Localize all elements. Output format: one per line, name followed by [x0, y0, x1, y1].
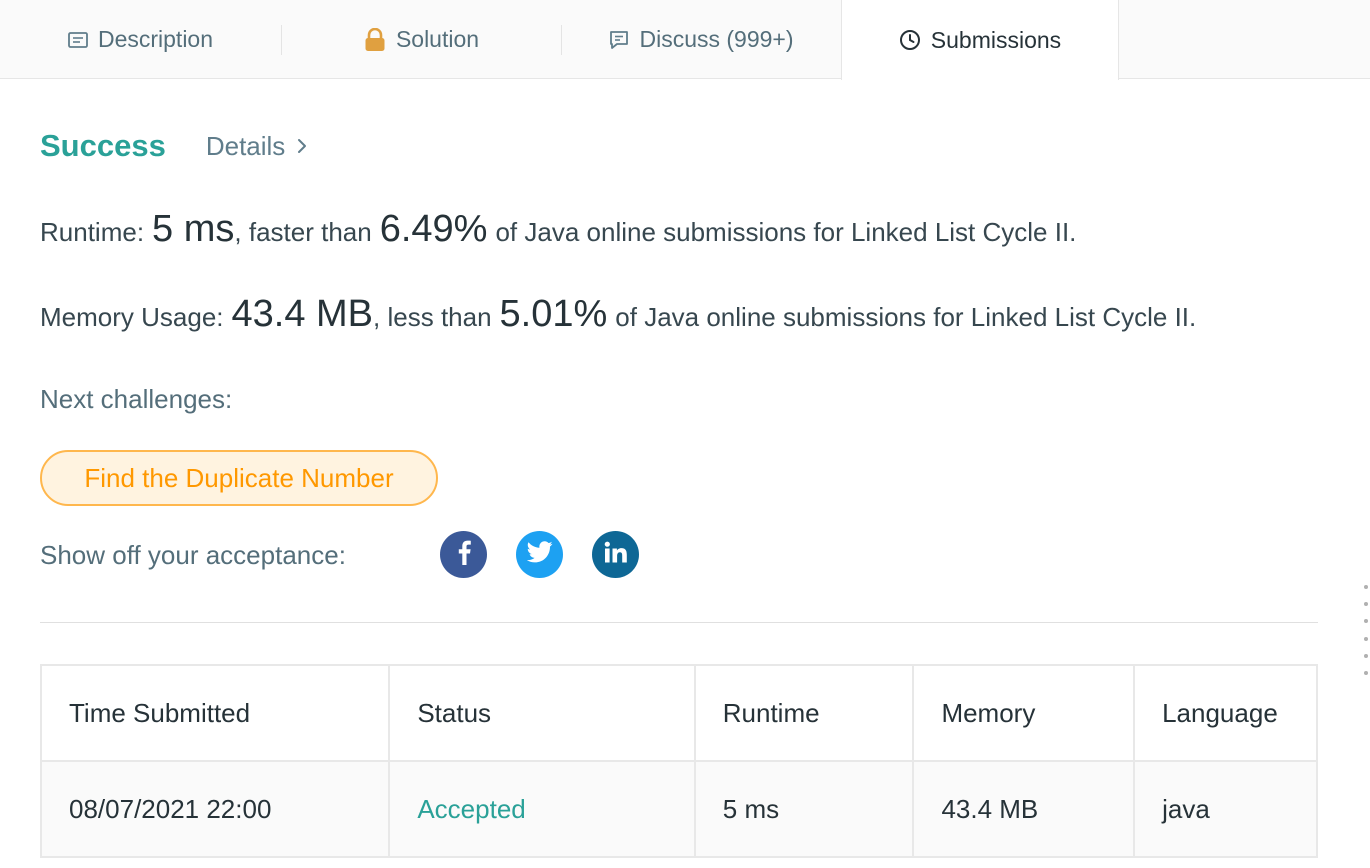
section-divider: [40, 622, 1318, 623]
twitter-share-button[interactable]: [516, 531, 563, 578]
next-challenges-label: Next challenges:: [40, 384, 233, 414]
memory-value: 43.4 MB: [231, 293, 374, 335]
runtime-percent: 6.49%: [379, 208, 488, 250]
twitter-icon: [526, 541, 553, 568]
result-header: Success Details: [40, 124, 307, 168]
tab-submissions[interactable]: Submissions: [841, 0, 1119, 80]
column-header-memory: Memory: [912, 664, 1136, 762]
share-label: Show off your acceptance:: [40, 540, 346, 570]
linkedin-icon: [604, 541, 628, 568]
cell-language: java: [1133, 760, 1318, 858]
memory-percent: 5.01%: [499, 293, 608, 335]
linkedin-share-button[interactable]: [592, 531, 639, 578]
result-status: Success: [40, 128, 166, 163]
memory-label: Memory Usage:: [40, 302, 224, 332]
cell-memory: 43.4 MB: [912, 760, 1136, 858]
resize-handle[interactable]: [1364, 585, 1370, 675]
column-header-time: Time Submitted: [39, 664, 391, 762]
tab-description[interactable]: Description: [0, 0, 281, 79]
tab-submissions-label: Submissions: [930, 26, 1062, 53]
cell-runtime: 5 ms: [693, 760, 915, 858]
table-row: 08/07/2021 22:00 Accepted 5 ms 43.4 MB j…: [39, 760, 1318, 858]
column-header-status: Status: [388, 664, 696, 762]
discuss-icon: [609, 30, 629, 50]
status-link[interactable]: Accepted: [417, 794, 525, 824]
memory-suffix: of Java online submissions for Linked Li…: [615, 302, 1197, 332]
tab-discuss[interactable]: Discuss (999+): [562, 0, 841, 79]
next-challenge-button[interactable]: Find the Duplicate Number: [40, 450, 438, 506]
facebook-share-button[interactable]: [440, 531, 487, 578]
details-label: Details: [205, 130, 286, 161]
tab-solution[interactable]: Solution: [282, 0, 561, 79]
facebook-icon: [456, 539, 472, 570]
tab-solution-label: Solution: [395, 26, 480, 52]
runtime-suffix: of Java online submissions for Linked Li…: [495, 217, 1077, 247]
tab-discuss-label: Discuss (999+): [639, 26, 794, 52]
chevron-right-icon: [297, 138, 307, 154]
tab-description-label: Description: [97, 26, 214, 52]
runtime-summary: Runtime: 5 ms , faster than 6.49% of Jav…: [40, 208, 1076, 251]
description-icon: [68, 31, 88, 48]
clock-icon: [899, 29, 921, 51]
memory-summary: Memory Usage: 43.4 MB , less than 5.01% …: [40, 293, 1196, 336]
submissions-table: Time Submitted Status Runtime Memory Lan…: [39, 664, 1318, 858]
column-header-runtime: Runtime: [693, 664, 915, 762]
memory-comparator: , less than: [373, 302, 492, 332]
lock-icon: [364, 27, 386, 52]
tab-bar: Description Solution Discuss (999+) Subm…: [0, 0, 1370, 80]
cell-time-submitted: 08/07/2021 22:00: [39, 760, 391, 858]
cell-status: Accepted: [388, 760, 696, 858]
runtime-value: 5 ms: [152, 208, 235, 250]
column-header-language: Language: [1133, 664, 1318, 762]
details-link[interactable]: Details: [206, 131, 307, 162]
table-header-row: Time Submitted Status Runtime Memory Lan…: [39, 664, 1318, 762]
runtime-label: Runtime:: [40, 217, 145, 247]
runtime-comparator: , faster than: [234, 217, 372, 247]
